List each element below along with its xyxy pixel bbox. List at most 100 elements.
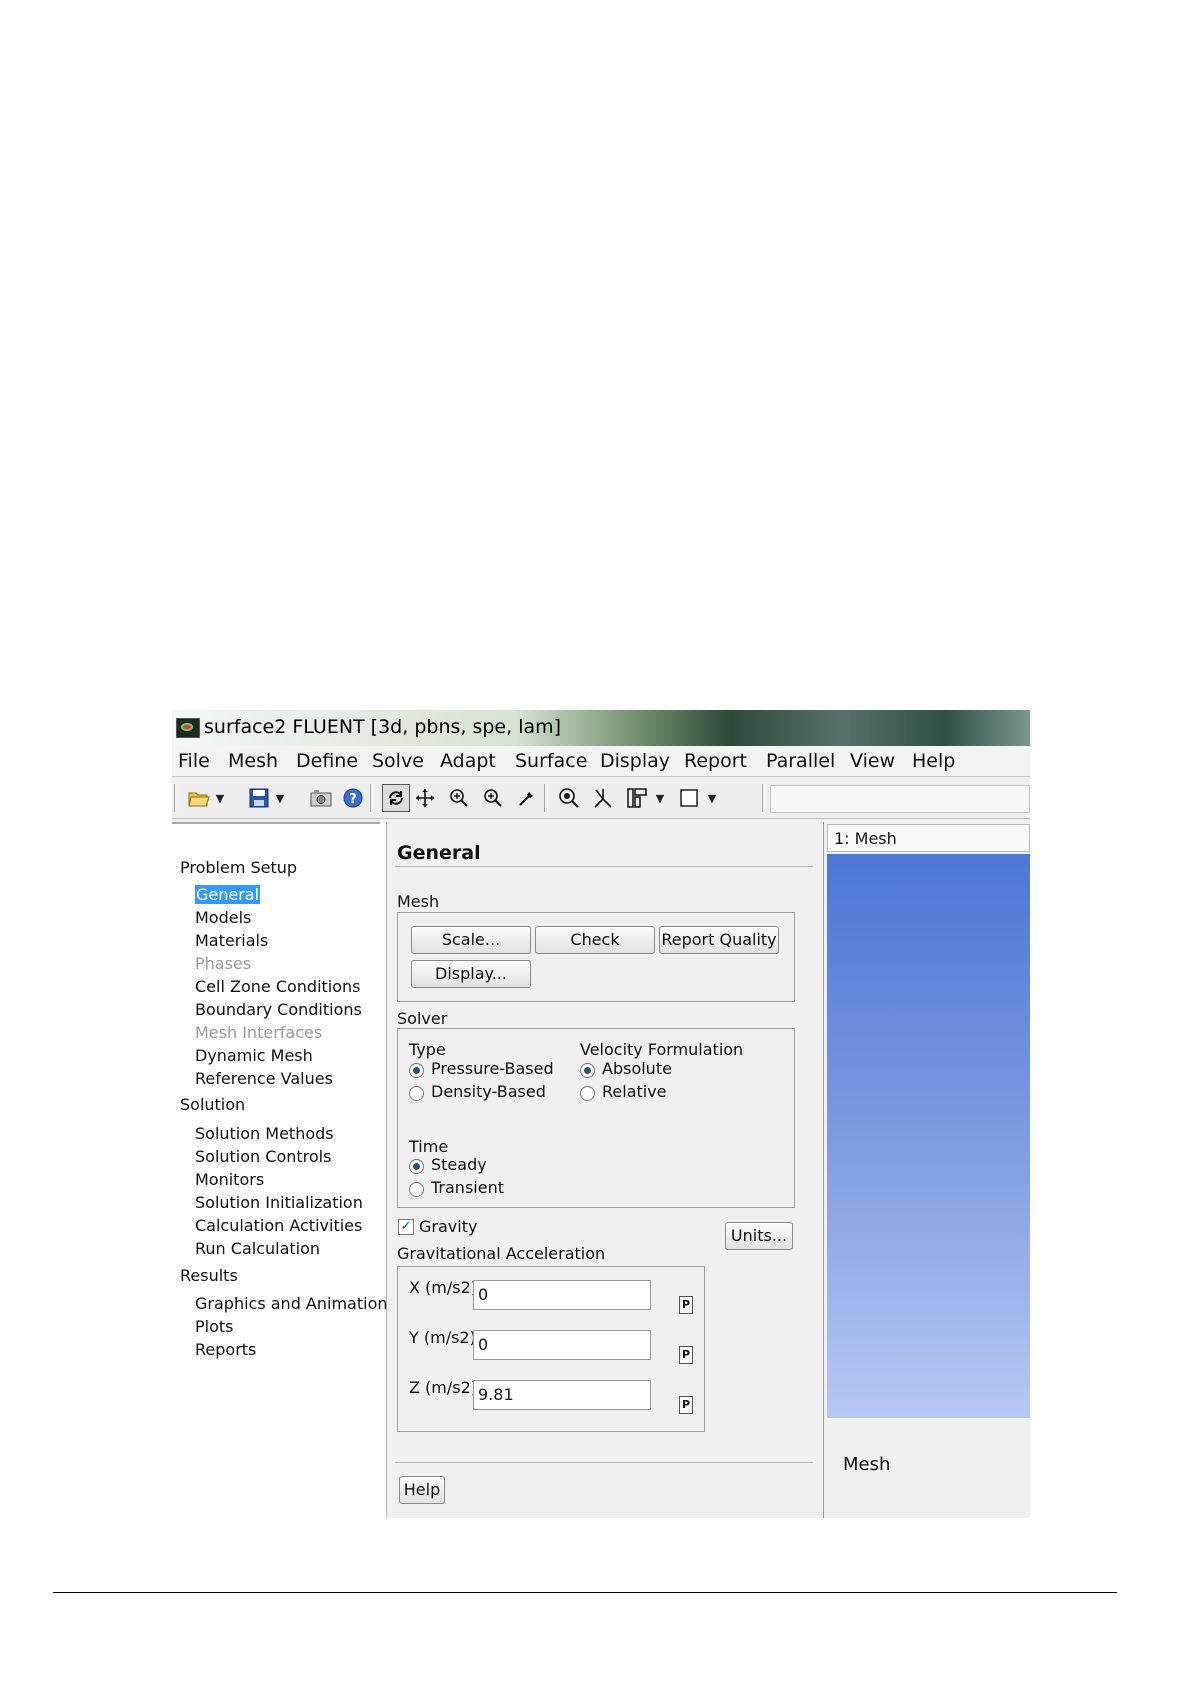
- help-icon[interactable]: ?: [342, 787, 364, 809]
- window-dropdown-icon[interactable]: ▼: [706, 787, 718, 809]
- axes-icon[interactable]: [592, 787, 614, 809]
- zoom-in-icon[interactable]: [448, 787, 470, 809]
- transient-radio[interactable]: [409, 1182, 424, 1197]
- menu-define[interactable]: Define: [296, 750, 358, 772]
- gravity-label: Gravity: [419, 1217, 478, 1236]
- menu-surface[interactable]: Surface: [515, 750, 587, 772]
- z-label: Z (m/s2): [409, 1378, 478, 1397]
- save-icon[interactable]: [248, 787, 270, 809]
- y-acceleration-input[interactable]: 0: [473, 1330, 651, 1360]
- units-button[interactable]: Units...: [725, 1222, 793, 1250]
- x-acceleration-input[interactable]: 0: [473, 1280, 651, 1310]
- tree-item-solution-methods[interactable]: Solution Methods: [195, 1124, 334, 1143]
- tree-item-mesh-interfaces: Mesh Interfaces: [195, 1023, 323, 1042]
- report-quality-button[interactable]: Report Quality: [659, 926, 779, 954]
- pressure-based-radio[interactable]: [409, 1063, 424, 1078]
- tree-item-solution-initialization[interactable]: Solution Initialization: [195, 1193, 363, 1212]
- graphics-title-label: Mesh: [843, 1454, 891, 1475]
- solver-group-label: Solver: [397, 1009, 448, 1028]
- menu-help[interactable]: Help: [912, 750, 955, 772]
- graphics-tab-mesh[interactable]: 1: Mesh: [827, 824, 1030, 852]
- time-label: Time: [409, 1137, 449, 1156]
- check-button[interactable]: Check: [535, 926, 655, 954]
- tree-results[interactable]: Results: [180, 1266, 238, 1285]
- general-panel: General Mesh Scale... Check Report Quali…: [387, 822, 824, 1518]
- fluent-app-icon: [176, 718, 200, 738]
- scale-button[interactable]: Scale...: [411, 926, 531, 954]
- camera-icon[interactable]: [310, 787, 332, 809]
- panel-title-divider: [395, 866, 813, 867]
- density-based-label: Density-Based: [431, 1082, 546, 1101]
- y-label: Y (m/s2): [409, 1328, 476, 1347]
- menu-mesh[interactable]: Mesh: [228, 750, 278, 772]
- display-button[interactable]: Display...: [411, 960, 531, 988]
- menu-solve[interactable]: Solve: [372, 750, 424, 772]
- x-parameter-button[interactable]: P: [679, 1296, 693, 1314]
- open-icon[interactable]: [188, 787, 210, 809]
- menu-adapt[interactable]: Adapt: [440, 750, 496, 772]
- layout-icon[interactable]: [626, 787, 648, 809]
- density-based-radio[interactable]: [409, 1086, 424, 1101]
- tree-item-monitors[interactable]: Monitors: [195, 1170, 264, 1189]
- layout-dropdown-icon[interactable]: ▼: [654, 787, 666, 809]
- gravity-checkbox[interactable]: ✓: [398, 1219, 414, 1235]
- steady-label: Steady: [431, 1155, 487, 1174]
- tree-item-reference-values[interactable]: Reference Values: [195, 1069, 333, 1088]
- toolbar-separator: [762, 784, 766, 812]
- tree-item-materials[interactable]: Materials: [195, 931, 268, 950]
- tree-item-boundary-conditions[interactable]: Boundary Conditions: [195, 1000, 362, 1019]
- graphics-canvas[interactable]: [827, 854, 1030, 1418]
- tree-item-reports[interactable]: Reports: [195, 1340, 256, 1359]
- tree-item-calculation-activities[interactable]: Calculation Activities: [195, 1216, 362, 1235]
- mesh-group-label: Mesh: [397, 892, 440, 911]
- page-rule: [53, 1592, 1117, 1593]
- tree-item-cell-zone-conditions[interactable]: Cell Zone Conditions: [195, 977, 361, 996]
- absolute-radio[interactable]: [580, 1063, 595, 1078]
- pressure-based-label: Pressure-Based: [431, 1059, 554, 1078]
- tree-item-graphics-and-animations[interactable]: Graphics and Animations: [195, 1294, 396, 1313]
- relative-label: Relative: [602, 1082, 667, 1101]
- menu-file[interactable]: File: [178, 750, 210, 772]
- save-dropdown-icon[interactable]: ▼: [274, 787, 286, 809]
- graphics-window: 1: Mesh Mesh: [825, 822, 1030, 1518]
- svg-text:?: ?: [349, 792, 357, 807]
- relative-radio[interactable]: [580, 1086, 595, 1101]
- steady-radio[interactable]: [409, 1159, 424, 1174]
- tree-item-models[interactable]: Models: [195, 908, 251, 927]
- tree-item-general[interactable]: General: [195, 885, 261, 904]
- window-icon[interactable]: [678, 787, 700, 809]
- toolbar-separator: [544, 784, 548, 812]
- rotate-icon[interactable]: [382, 784, 410, 812]
- velocity-formulation-label: Velocity Formulation: [580, 1040, 744, 1059]
- z-acceleration-input[interactable]: 9.81: [473, 1380, 651, 1410]
- toolbar-separator: [370, 784, 374, 812]
- tree-problem-setup[interactable]: Problem Setup: [180, 858, 297, 877]
- transient-label: Transient: [431, 1178, 504, 1197]
- menu-report[interactable]: Report: [684, 750, 747, 772]
- help-button[interactable]: Help: [399, 1476, 445, 1504]
- y-parameter-button[interactable]: P: [679, 1346, 693, 1364]
- pan-icon[interactable]: [414, 787, 436, 809]
- toolbar-grip: [174, 784, 178, 812]
- tree-item-solution-controls[interactable]: Solution Controls: [195, 1147, 331, 1166]
- open-dropdown-icon[interactable]: ▼: [214, 787, 226, 809]
- menu-display[interactable]: Display: [600, 750, 670, 772]
- window-title: surface2 FLUENT [3d, pbns, spe, lam]: [204, 716, 562, 738]
- probe-icon[interactable]: [516, 787, 538, 809]
- tree-item-plots[interactable]: Plots: [195, 1317, 234, 1336]
- zoom-fit-icon[interactable]: [558, 787, 580, 809]
- tree-solution[interactable]: Solution: [180, 1095, 245, 1114]
- tree-item-run-calculation[interactable]: Run Calculation: [195, 1239, 320, 1258]
- z-parameter-button[interactable]: P: [679, 1396, 693, 1414]
- pane-border: [172, 822, 380, 824]
- menu-view[interactable]: View: [850, 750, 895, 772]
- x-label: X (m/s2): [409, 1278, 478, 1297]
- fluent-window: surface2 FLUENT [3d, pbns, spe, lam] Fil…: [172, 710, 1030, 1518]
- type-label: Type: [409, 1040, 446, 1059]
- zoom-box-icon[interactable]: [482, 787, 504, 809]
- tree-item-dynamic-mesh[interactable]: Dynamic Mesh: [195, 1046, 313, 1065]
- tree-item-general-label: General: [195, 885, 261, 904]
- menu-parallel[interactable]: Parallel: [766, 750, 835, 772]
- panel-title: General: [397, 842, 481, 864]
- navigation-pane: Problem Setup General Models Materials P…: [172, 822, 396, 1518]
